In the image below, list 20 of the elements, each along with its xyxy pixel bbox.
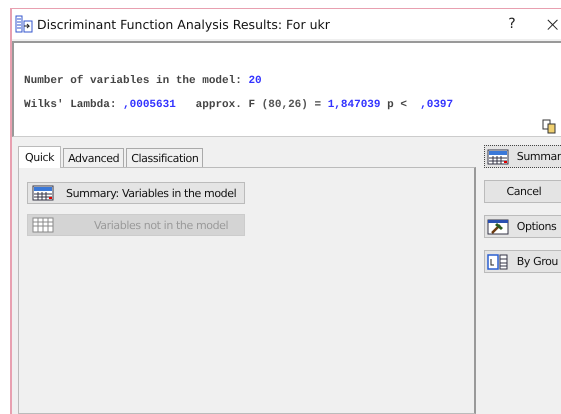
table-icon [32,217,54,233]
panel-button[interactable]: Summary: Variables in the model [27,182,245,204]
side-button[interactable]: Summar [484,145,561,168]
result-line: Number of variables in the model: 20 [24,74,263,89]
hammer-icon [486,218,509,234]
app-icon [15,15,33,33]
group-table-icon [486,254,509,270]
side-button[interactable]: Options [484,215,561,238]
result-line: Wilks' Lambda: ,0005631 approx. F (80,26) = 1,847039 p < ,0397 [24,98,454,113]
tab[interactable]: Quick [18,146,62,168]
tab[interactable]: Advanced [63,148,124,167]
window-title: Discriminant Function Analysis Results: For ukr [37,16,331,32]
table-icon [486,148,509,164]
tab[interactable]: Classification [126,148,204,167]
help-button[interactable]: ? [495,16,529,32]
close-button[interactable]: × [533,12,561,36]
table-icon [32,185,54,201]
copy-icon[interactable] [541,118,557,134]
side-button[interactable]: Cancel [484,180,561,203]
side-button[interactable]: By Grou [484,250,561,273]
